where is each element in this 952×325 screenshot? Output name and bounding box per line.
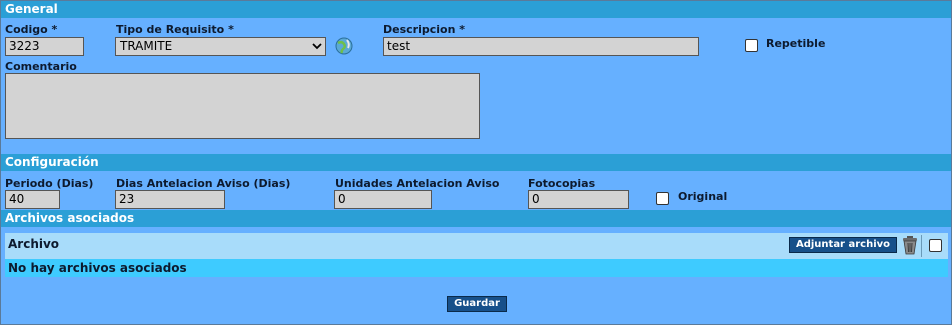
select-all-checkbox[interactable] bbox=[929, 239, 942, 252]
adjuntar-archivo-button[interactable]: Adjuntar archivo bbox=[789, 237, 897, 253]
archivos-table: Archivo Adjuntar archivo No hay archivos… bbox=[5, 233, 948, 277]
original-label: Original bbox=[678, 190, 728, 203]
archivos-empty-row: No hay archivos asociados bbox=[5, 259, 948, 277]
section-header-configuracion: Configuración bbox=[1, 154, 951, 171]
chevron-down-icon bbox=[312, 43, 322, 50]
guardar-button[interactable]: Guardar bbox=[447, 296, 507, 312]
unidades-antelacion-input[interactable]: 0 bbox=[334, 190, 432, 209]
archivos-empty-text: No hay archivos asociados bbox=[8, 261, 187, 275]
codigo-label: Codigo * bbox=[5, 23, 58, 36]
column-divider bbox=[921, 235, 922, 257]
section-header-archivos: Archivos asociados bbox=[1, 210, 951, 227]
section-header-general: General bbox=[1, 1, 951, 18]
unidades-antelacion-label: Unidades Antelacion Aviso bbox=[335, 177, 500, 190]
archivo-column-header: Archivo bbox=[8, 237, 60, 251]
dias-antelacion-input[interactable]: 23 bbox=[115, 190, 225, 209]
periodo-label: Periodo (Dias) bbox=[5, 177, 94, 190]
comentario-textarea[interactable] bbox=[5, 73, 480, 139]
requisito-form: General Codigo * 3223 Tipo de Requisito … bbox=[0, 0, 952, 325]
comentario-label: Comentario bbox=[5, 60, 77, 73]
fotocopias-input[interactable]: 0 bbox=[528, 190, 629, 209]
fotocopias-label: Fotocopias bbox=[528, 177, 596, 190]
descripcion-input[interactable]: test bbox=[383, 37, 699, 56]
original-checkbox[interactable] bbox=[656, 192, 669, 205]
globe-link-icon[interactable] bbox=[334, 36, 354, 56]
repetible-label: Repetible bbox=[766, 37, 826, 50]
archivos-table-header: Archivo Adjuntar archivo bbox=[5, 233, 948, 259]
tipo-requisito-label: Tipo de Requisito * bbox=[116, 23, 234, 36]
periodo-input[interactable]: 40 bbox=[5, 190, 60, 209]
tipo-requisito-select[interactable]: TRAMITE bbox=[115, 37, 326, 56]
codigo-input[interactable]: 3223 bbox=[5, 37, 84, 56]
tipo-requisito-selected: TRAMITE bbox=[120, 39, 173, 53]
descripcion-label: Descripcion * bbox=[383, 23, 465, 36]
dias-antelacion-label: Dias Antelacion Aviso (Dias) bbox=[116, 177, 291, 190]
repetible-checkbox[interactable] bbox=[745, 39, 758, 52]
trash-can-icon[interactable] bbox=[901, 235, 919, 255]
